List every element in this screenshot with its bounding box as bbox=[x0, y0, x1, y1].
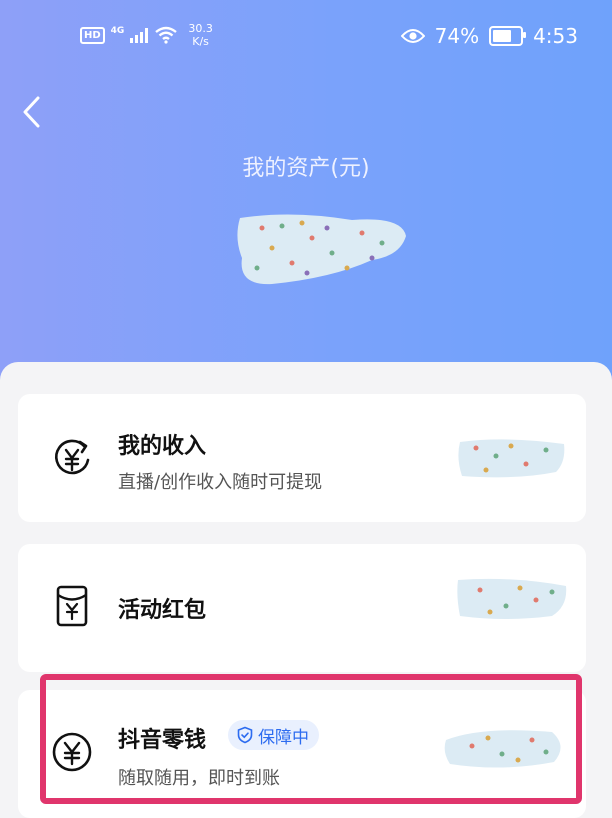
red-packet-title: 活动红包 bbox=[118, 598, 207, 623]
signal-icon bbox=[130, 27, 149, 43]
income-subtitle: 直播/创作收入随时可提现 bbox=[118, 472, 323, 493]
status-bar: HD 4G 30.3 K/s 74% 4:53 bbox=[0, 0, 612, 70]
yen-circle-icon bbox=[52, 732, 92, 772]
douyin-wallet-amount-redaction bbox=[444, 730, 561, 768]
hd-indicator: HD bbox=[80, 26, 105, 44]
protection-badge-label: 保障中 bbox=[258, 727, 309, 748]
income-yen-icon bbox=[55, 439, 90, 475]
speed-value: 30.3 bbox=[188, 22, 213, 35]
balance-redaction bbox=[237, 214, 406, 285]
back-arrow-icon[interactable] bbox=[18, 94, 48, 130]
douyin-wallet-title: 抖音零钱 bbox=[118, 728, 207, 753]
douyin-wallet-card[interactable]: 抖音零钱 保障中 随取随用，即时到账 bbox=[18, 690, 586, 818]
network-speed: 30.3 K/s bbox=[188, 22, 213, 48]
income-card[interactable]: 我的收入 直播/创作收入随时可提现 bbox=[18, 394, 586, 522]
eye-icon bbox=[400, 29, 425, 43]
income-amount-redaction bbox=[458, 439, 565, 478]
clock: 4:53 bbox=[533, 24, 578, 48]
battery-icon bbox=[489, 26, 527, 46]
wifi-icon bbox=[155, 26, 178, 44]
battery-percent: 74% bbox=[434, 24, 480, 48]
status-right: 74% 4:53 bbox=[400, 24, 578, 48]
protection-badge: 保障中 bbox=[228, 720, 319, 750]
speed-unit: K/s bbox=[192, 35, 209, 48]
network-type: 4G bbox=[110, 26, 125, 36]
income-title: 我的收入 bbox=[118, 434, 207, 459]
douyin-wallet-subtitle: 随取随用，即时到账 bbox=[118, 768, 280, 789]
status-left: HD 4G 30.3 K/s bbox=[80, 22, 213, 48]
page-title: 我的资产(元) bbox=[242, 156, 370, 181]
red-packet-card[interactable]: 活动红包 bbox=[18, 544, 586, 672]
red-packet-amount-redaction bbox=[457, 578, 567, 619]
red-packet-icon bbox=[56, 585, 88, 627]
shield-check-icon bbox=[237, 726, 253, 744]
